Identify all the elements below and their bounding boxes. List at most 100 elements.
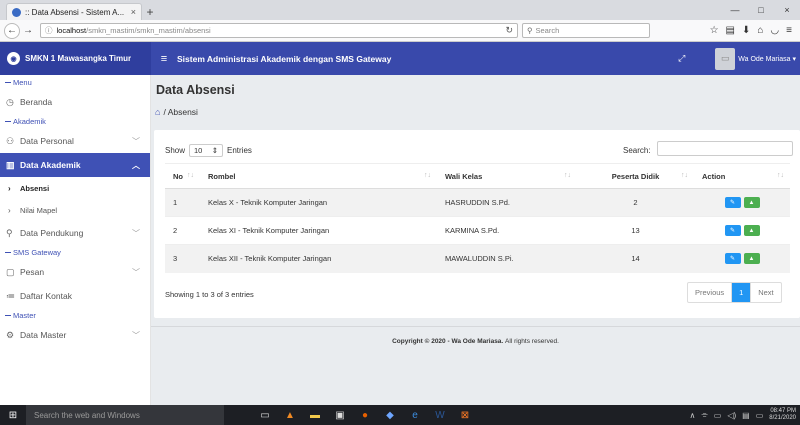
sidebar-item-data-pendukung[interactable]: ⚲ Data Pendukung ﹀	[0, 221, 150, 245]
cell-wali: KARMINA S.Pd.	[437, 216, 577, 245]
column-header-no[interactable]: No ↑↓	[165, 163, 200, 189]
pencil-icon: ✎	[729, 228, 736, 234]
battery-icon[interactable]: ▭	[714, 411, 722, 420]
page-title: Data Absensi	[156, 83, 235, 97]
edit-button[interactable]: ✎	[724, 225, 741, 236]
edit-button[interactable]: ✎	[724, 253, 741, 265]
sidebar-item-daftar-kontak[interactable]: ≔ Daftar Kontak	[0, 284, 150, 308]
sidebar-section-sms: SMS Gateway	[0, 245, 150, 260]
menu-icon[interactable]: ≡	[786, 25, 792, 36]
data-card: Show 10 ⇕ Entries Search: No ↑↓ Rombel ↑↓ …	[154, 130, 800, 318]
maximize-icon[interactable]: □	[748, 5, 774, 15]
sort-icon: ↑↓	[424, 172, 431, 179]
footer-prefix: Copyright © 2020 -	[392, 338, 450, 345]
taskbar-search[interactable]: Search the web and Windows	[26, 405, 224, 425]
firefox-icon[interactable]: ●	[358, 410, 372, 421]
browser-tab[interactable]: :: Data Absensi - Sistem A... ×	[6, 3, 142, 20]
top-bar: ≡ Sistem Administrasi Akademik dengan SM…	[151, 42, 800, 75]
app-vlc-icon[interactable]: ▲	[283, 410, 297, 421]
edit-button[interactable]: ✎	[724, 197, 741, 208]
reading-list-icon[interactable]: ▤	[726, 25, 735, 36]
reload-icon[interactable]: ↻	[505, 25, 513, 36]
user-menu[interactable]: Wa Ode Mariasa ▾	[738, 55, 796, 63]
detail-button[interactable]: ▲	[743, 225, 760, 236]
footer-suffix: All rights reserved.	[505, 338, 559, 345]
search-input[interactable]	[657, 141, 793, 156]
download-icon[interactable]: ⬇	[742, 25, 750, 36]
task-view-icon[interactable]: ▭	[258, 410, 272, 421]
xampp-icon[interactable]: ⊠	[458, 410, 472, 421]
detail-button[interactable]: ▲	[743, 253, 760, 265]
browser-search-input[interactable]: ⚲ Search	[522, 23, 650, 38]
table-header-row: No ↑↓ Rombel ↑↓ Wali Kelas ↑↓ Peserta Didik…	[165, 163, 790, 189]
taskbar-apps: ▭ ▲ ▬ ▣ ● ◆ e W ⊠	[258, 410, 472, 421]
table-info: Showing 1 to 3 of 3 entries	[165, 290, 254, 299]
book-icon: ▥	[6, 159, 15, 170]
home-icon[interactable]: ⌂	[757, 25, 763, 36]
file-explorer-icon[interactable]: ▬	[308, 410, 322, 421]
clock-time: 08:47 PM	[770, 408, 796, 414]
column-header-action[interactable]: Action ↑↓	[694, 163, 790, 189]
column-header-wali[interactable]: Wali Kelas ↑↓	[437, 163, 577, 189]
keyboard-icon[interactable]: ▭	[756, 411, 764, 420]
previous-button[interactable]: Previous	[688, 283, 731, 302]
sidebar-item-label: Pesan	[20, 267, 45, 277]
column-header-peserta[interactable]: Peserta Didik ↑↓	[577, 163, 694, 189]
close-window-icon[interactable]: ×	[774, 5, 800, 15]
forward-arrow-icon[interactable]: →	[20, 23, 36, 39]
absensi-table: No ↑↓ Rombel ↑↓ Wali Kelas ↑↓ Peserta Didik…	[165, 163, 790, 273]
word-icon[interactable]: W	[433, 410, 447, 421]
browser-tab-bar: :: Data Absensi - Sistem A... × + — □ ×	[0, 0, 800, 20]
avatar[interactable]: ▭	[715, 47, 736, 70]
sidebar: Menu ◷ Beranda Akademik ⚇ Data Personal …	[0, 75, 151, 405]
page-1-button[interactable]: 1	[731, 283, 751, 302]
show-label: Show	[165, 146, 186, 155]
sidebar-item-label: Data Master	[20, 330, 67, 340]
fullscreen-icon[interactable]: ⤢	[678, 53, 685, 64]
next-button[interactable]: Next	[750, 283, 780, 302]
sidebar-item-pesan[interactable]: ▢ Pesan ﹀	[0, 260, 150, 284]
sidebar-subitem-nilai-mapel[interactable]: › Nilai Mapel	[0, 199, 150, 221]
sidebar-subitem-absensi[interactable]: › Absensi	[0, 177, 150, 199]
column-header-rombel[interactable]: Rombel ↑↓	[200, 163, 437, 189]
back-arrow-icon[interactable]: ←	[4, 22, 20, 39]
volume-icon[interactable]: ◁)	[727, 411, 736, 420]
sidebar-item-data-master[interactable]: ⚙ Data Master ﹀	[0, 323, 150, 347]
windows-start-icon[interactable]: ⊞	[0, 405, 26, 425]
home-icon[interactable]: ⌂	[155, 107, 160, 117]
message-icon: ▢	[6, 266, 15, 277]
pencil-icon: ✎	[729, 200, 736, 206]
pocket-icon[interactable]: ◡	[770, 25, 779, 36]
info-icon[interactable]: ⓘ	[45, 25, 53, 36]
school-logo-icon: ◉	[7, 52, 20, 65]
store-icon[interactable]: ▣	[333, 410, 347, 421]
cell-wali: HASRUDDIN S.Pd.	[437, 188, 577, 217]
cell-rombel: Kelas X - Teknik Komputer Jaringan	[200, 188, 437, 217]
bookmark-star-icon[interactable]: ☆	[710, 25, 719, 36]
app-icon[interactable]: ◆	[383, 410, 397, 421]
edge-icon[interactable]: e	[408, 410, 422, 421]
taskbar-search-placeholder: Search the web and Windows	[34, 410, 140, 420]
sidebar-item-label: Data Akademik	[20, 160, 81, 170]
sort-icon: ↑↓	[681, 172, 688, 179]
clock[interactable]: 08:47 PM 8/21/2020	[769, 408, 796, 422]
sidebar-item-data-akademik[interactable]: ▥ Data Akademik ︿	[0, 153, 150, 177]
brand[interactable]: ◉ SMKN 1 Mawasangka Timur	[0, 42, 151, 75]
sort-icon: ↑↓	[187, 172, 194, 179]
sidebar-item-data-personal[interactable]: ⚇ Data Personal ﹀	[0, 129, 150, 153]
detail-button[interactable]: ▲	[743, 197, 760, 208]
chevron-right-icon: ›	[8, 205, 11, 215]
hamburger-icon[interactable]: ≡	[151, 53, 177, 65]
address-bar[interactable]: ⓘ localhost /smkn_mastim/smkn_mastim/abs…	[40, 23, 518, 38]
sidebar-item-label: Data Pendukung	[20, 228, 84, 238]
network-icon[interactable]: ⌯	[701, 410, 707, 420]
entries-select[interactable]: 10 ⇕	[189, 144, 224, 157]
chevron-up-icon: ︿	[132, 160, 140, 170]
minimize-icon[interactable]: —	[722, 5, 748, 15]
sidebar-item-beranda[interactable]: ◷ Beranda	[0, 90, 150, 114]
notification-icon[interactable]: ▤	[742, 411, 750, 420]
favicon-icon	[12, 7, 21, 17]
tray-chevron-icon[interactable]: ∧	[690, 411, 696, 420]
new-tab-button[interactable]: +	[142, 3, 158, 20]
tab-close-icon[interactable]: ×	[131, 7, 136, 17]
